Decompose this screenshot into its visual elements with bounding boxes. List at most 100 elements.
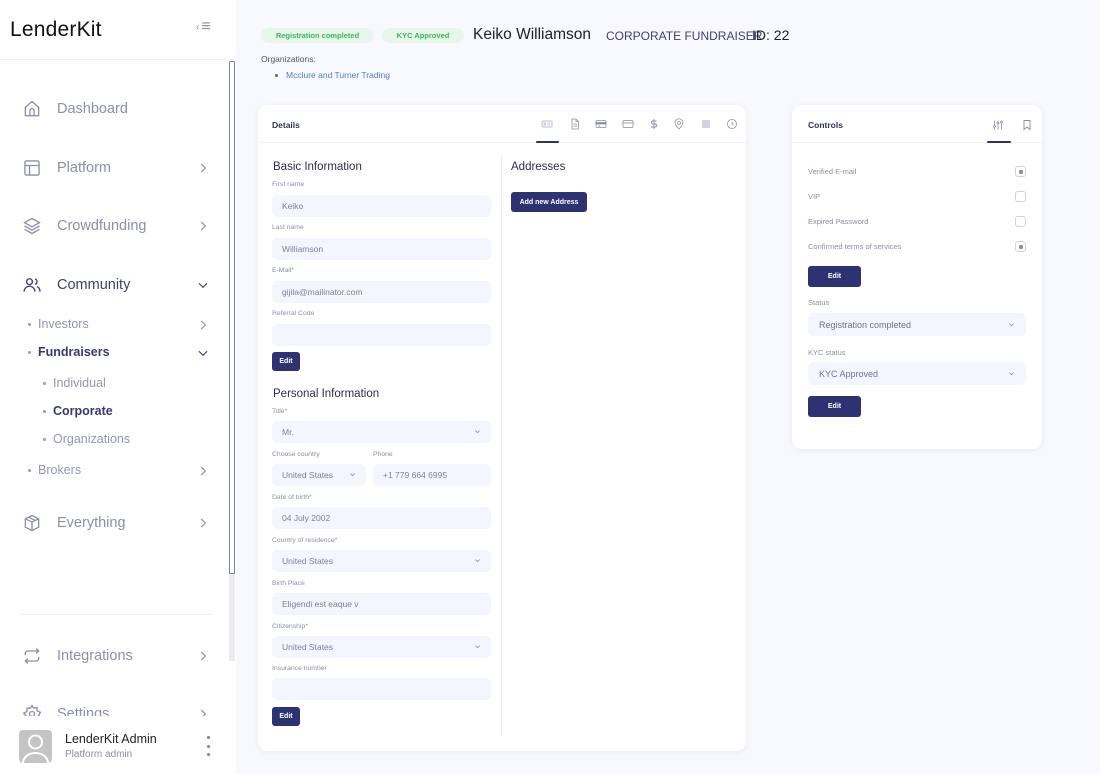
field-label: First name [272,181,305,188]
layers-icon [23,217,41,235]
more-vertical-icon[interactable] [203,736,213,756]
user-id: ID: 22 [752,27,790,43]
credit-card-icon[interactable] [595,118,607,130]
chevron-down-icon [1009,372,1014,376]
list-icon[interactable] [700,118,712,130]
sidebar-item-community[interactable]: Community [0,274,225,296]
document-icon[interactable] [569,118,581,130]
control-label: Verified E-mail [808,167,857,176]
sidebar-item-crowdfunding[interactable]: Crowdfunding [0,215,225,237]
user-placeholder-icon [22,734,49,763]
field-label: Insurance number [272,665,327,672]
chevron-right-icon [200,651,207,661]
kyc-status-select[interactable]: KYC Approved [808,362,1026,385]
sidebar-subitem-label: Brokers [38,463,82,477]
user-type: CORPORATE FUNDRAISER [606,29,763,43]
section-title-addresses: Addresses [511,161,566,173]
vip-checkbox[interactable] [1015,191,1026,202]
edit-status-button[interactable]: Edit [808,396,861,417]
add-address-button[interactable]: Add new Address [511,192,587,212]
field-label: Title* [272,408,288,415]
sidebar-subitem-label: Fundraisers [38,345,110,359]
chevron-right-icon [200,320,207,330]
card-title: Controls [808,120,843,130]
chevron-down-icon [475,559,480,563]
section-title-basic: Basic Information [273,161,362,173]
home-icon [24,100,40,117]
expired-password-checkbox[interactable] [1015,216,1026,227]
user-name: LenderKit Admin [65,732,157,746]
field-label: E-Mail* [272,267,294,274]
birth-place-field[interactable]: Eligendi est eaque v [272,593,491,615]
bullet-icon [28,350,31,354]
bookmark-icon[interactable] [1021,119,1033,131]
edit-basic-button[interactable]: Edit [272,352,300,371]
sidebar-item-integrations[interactable]: Integrations [0,645,225,667]
email-field[interactable]: gijila@mailinator.com [272,281,491,303]
section-title-personal: Personal Information [273,388,380,400]
sidebar-item-label: Community [57,277,131,293]
page-title: Keiko Williamson [473,26,592,43]
organization-link[interactable]: Mcclure and Turner Trading [275,70,390,80]
sliders-icon[interactable] [992,119,1004,131]
field-label: Referral Code [272,310,315,317]
last-name-field[interactable]: Williamson [272,238,491,260]
sidebar: LenderKit ‹ ≡ Dashboard Platform Crowdfu… [0,0,236,774]
bullet-icon [43,437,46,441]
country-of-residence-select[interactable]: United States [272,550,491,572]
field-label: Date of birth* [272,494,312,501]
sidebar-subitem-fundraisers[interactable]: Fundraisers [28,345,110,359]
bullet-icon [43,381,46,385]
scrollbar-thumb[interactable] [229,61,235,574]
insurance-number-field[interactable] [272,678,491,700]
controls-card-header: Controls [792,105,1042,143]
id-card-icon[interactable] [541,118,553,130]
sidebar-subitem-investors[interactable]: Investors [28,317,89,331]
sidebar-subitem-organizations[interactable]: Organizations [43,432,130,446]
wallet-icon[interactable] [622,118,634,130]
bullet-icon [275,73,278,77]
confirmed-terms-checkbox[interactable] [1015,241,1026,252]
organizations-label: Organizations: [261,54,316,64]
title-select[interactable]: Mr. [272,421,491,443]
active-tab-indicator [987,141,1011,143]
bullet-icon [28,322,31,326]
sidebar-item-label: Platform [57,160,111,176]
sidebar-subitem-individual[interactable]: Individual [43,376,106,390]
chevron-left-icon: ‹ [196,21,200,33]
field-label: Last name [272,224,304,231]
edit-personal-button[interactable]: Edit [272,707,300,726]
card-title: Details [272,120,300,130]
sidebar-item-dashboard[interactable]: Dashboard [0,98,225,120]
chevron-right-icon [200,709,207,716]
verified-email-checkbox[interactable] [1015,166,1026,177]
first-name-field[interactable]: Keiko [272,195,491,217]
phone-country-select[interactable]: United States [272,464,366,486]
date-of-birth-field[interactable]: 04 July 2002 [272,507,491,529]
dollar-icon[interactable] [648,118,660,130]
sidebar-item-label: Dashboard [57,101,128,117]
referral-code-field[interactable] [272,324,491,346]
edit-flags-button[interactable]: Edit [808,266,861,287]
sidebar-item-settings[interactable]: Settings [0,700,236,716]
sidebar-item-label: Integrations [57,648,133,664]
location-icon[interactable] [673,118,685,130]
organization-name[interactable]: Mcclure and Turner Trading [286,70,390,80]
chevron-right-icon [200,518,207,528]
sidebar-item-label: Crowdfunding [57,218,147,234]
sidebar-subitem-corporate[interactable]: Corporate [43,404,113,418]
phone-field[interactable]: +1 779 664 6995 [373,464,491,486]
collapse-sidebar-button[interactable]: ‹ ≡ [196,18,211,36]
clock-icon[interactable] [726,118,738,130]
status-select[interactable]: Registration completed [808,313,1026,336]
sidebar-subitem-brokers[interactable]: Brokers [28,463,81,477]
sidebar-item-platform[interactable]: Platform [0,157,225,179]
status-label: Status [808,298,830,307]
kyc-status-value: KYC Approved [819,368,879,379]
control-label: Confirmed terms of services [808,242,902,251]
sidebar-item-everything[interactable]: Everything [0,512,225,534]
avatar[interactable] [19,730,52,763]
sidebar-subitem-label: Organizations [53,432,131,446]
chevron-down-icon [198,350,208,357]
citizenship-select[interactable]: United States [272,636,491,658]
